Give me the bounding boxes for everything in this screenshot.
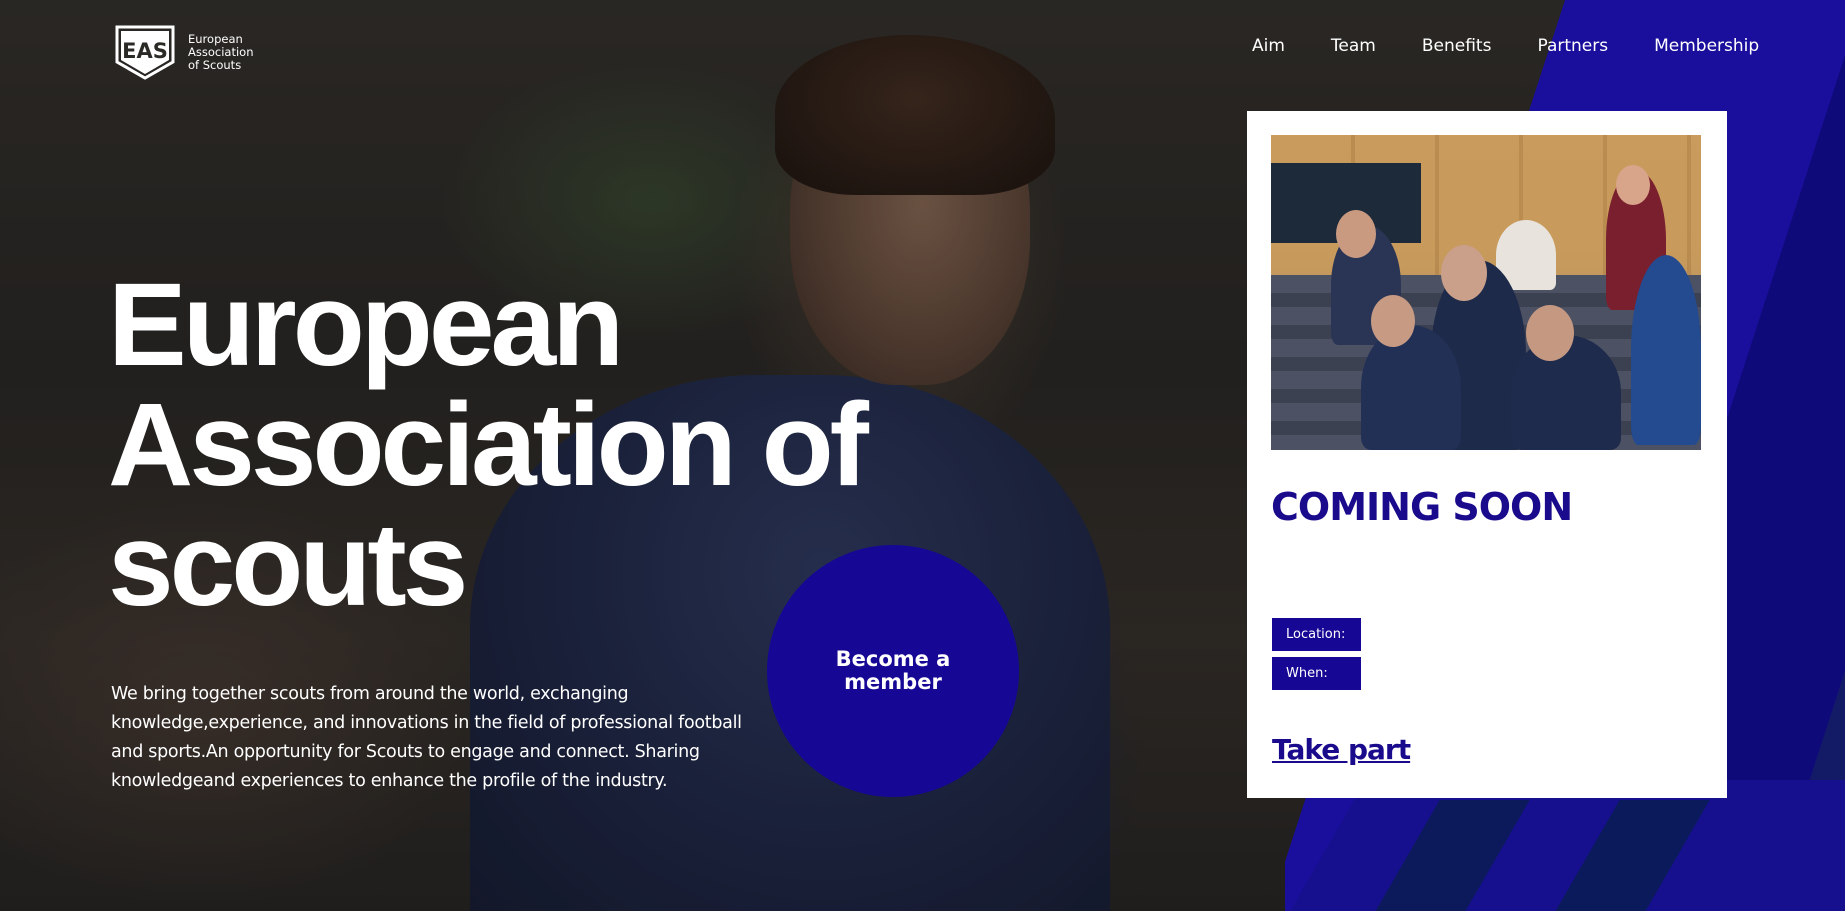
- site-logo[interactable]: EAS European Association of Scouts: [114, 24, 253, 80]
- eas-shield-logo-icon: EAS: [115, 25, 175, 80]
- event-location-tag: Location:: [1272, 618, 1361, 651]
- nav-team[interactable]: Team: [1331, 36, 1376, 56]
- nav-membership[interactable]: Membership: [1654, 36, 1759, 56]
- hero-title-line-2: Association of: [108, 379, 869, 511]
- take-part-link[interactable]: Take part: [1272, 733, 1411, 766]
- become-member-label: Become a member: [835, 647, 951, 694]
- logo-letters: EAS: [122, 39, 168, 63]
- nav-aim[interactable]: Aim: [1252, 36, 1285, 56]
- nav-benefits[interactable]: Benefits: [1422, 36, 1492, 56]
- event-meta: Location: When:: [1272, 618, 1361, 696]
- event-card: COMING SOON Location: When: Take part: [1247, 111, 1727, 798]
- logo-line-2: Association: [188, 44, 254, 59]
- nav-partners[interactable]: Partners: [1537, 36, 1608, 56]
- event-card-title: COMING SOON: [1271, 485, 1573, 529]
- become-member-button[interactable]: Become a member: [767, 545, 1019, 797]
- main-nav: Aim Team Benefits Partners Membership: [1252, 36, 1759, 56]
- logo-line-3: of Scouts: [188, 57, 242, 72]
- hero-description: We bring together scouts from around the…: [111, 684, 742, 791]
- logo-wordmark: European Association of Scouts: [188, 31, 254, 72]
- event-when-tag: When:: [1272, 657, 1361, 690]
- event-photo: [1271, 135, 1701, 450]
- hero-title-line-1: European: [108, 259, 624, 391]
- logo-line-1: European: [188, 31, 243, 46]
